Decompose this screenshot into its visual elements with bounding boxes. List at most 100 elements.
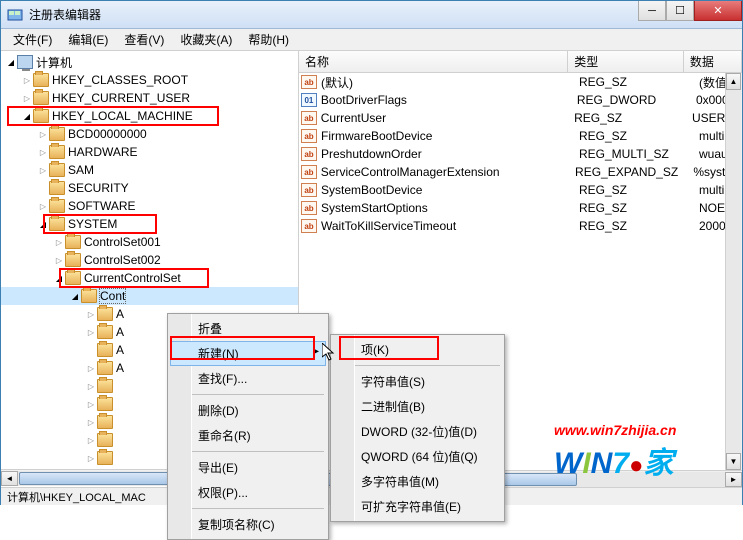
ctx-rename[interactable]: 重命名(R) [170, 423, 326, 448]
ctx-new-qword[interactable]: QWORD (64 位)值(Q) [333, 444, 502, 469]
menu-edit[interactable]: 编辑(E) [60, 29, 116, 50]
folder-icon [97, 433, 113, 447]
expander-icon[interactable] [85, 380, 97, 392]
expander-icon[interactable] [85, 308, 97, 320]
tree-item[interactable]: BCD00000000 [1, 125, 298, 143]
expander-icon[interactable] [37, 128, 49, 140]
watermark-url: www.win7zhijia.cn [554, 422, 676, 438]
tree-item[interactable]: SECURITY [1, 179, 298, 197]
tree-item[interactable]: SOFTWARE [1, 197, 298, 215]
tree-item[interactable]: HARDWARE [1, 143, 298, 161]
maximize-button[interactable]: ☐ [666, 1, 694, 21]
expander-icon[interactable] [21, 92, 33, 104]
list-row[interactable]: abSystemStartOptionsREG_SZ NOEXE [299, 199, 742, 217]
tree-item[interactable]: SAM [1, 161, 298, 179]
list-body[interactable]: ab(默认)REG_SZ(数值未01BootDriverFlagsREG_DWO… [299, 73, 742, 235]
expander-icon[interactable] [37, 164, 49, 176]
folder-icon [49, 163, 65, 177]
value-name: CurrentUser [321, 111, 574, 125]
scroll-down-button[interactable]: ▼ [726, 453, 741, 470]
minimize-button[interactable]: ─ [638, 1, 666, 21]
titlebar[interactable]: 注册表编辑器 ─ ☐ ✕ [1, 1, 742, 29]
list-row[interactable]: abFirmwareBootDeviceREG_SZmulti(0) [299, 127, 742, 145]
value-type: REG_SZ [579, 201, 699, 215]
ctx-new-dword[interactable]: DWORD (32-位)值(D) [333, 419, 502, 444]
menu-view[interactable]: 查看(V) [116, 29, 172, 50]
list-scrollbar-v[interactable]: ▲ ▼ [725, 73, 742, 470]
ctx-new-binary[interactable]: 二进制值(B) [333, 394, 502, 419]
ctx-permissions[interactable]: 权限(P)... [170, 480, 326, 505]
value-data: 2000 [699, 219, 726, 233]
tree-hklm[interactable]: HKEY_LOCAL_MACHINE [1, 107, 298, 125]
value-name: FirmwareBootDevice [321, 129, 579, 143]
menu-file[interactable]: 文件(F) [5, 29, 60, 50]
expander-icon[interactable] [85, 452, 97, 464]
col-name[interactable]: 名称 [299, 51, 568, 72]
tree-control[interactable]: Cont [1, 287, 298, 305]
menubar: 文件(F) 编辑(E) 查看(V) 收藏夹(A) 帮助(H) [1, 29, 742, 51]
menu-help[interactable]: 帮助(H) [240, 29, 297, 50]
folder-icon [49, 199, 65, 213]
value-type: REG_SZ [579, 75, 699, 89]
value-type: REG_MULTI_SZ [579, 147, 699, 161]
tree-hkcu[interactable]: HKEY_CURRENT_USER [1, 89, 298, 107]
tree-root[interactable]: 计算机 [1, 53, 298, 71]
value-type: REG_SZ [579, 183, 699, 197]
scroll-up-button[interactable]: ▲ [726, 73, 741, 90]
tree-item[interactable]: ControlSet002 [1, 251, 298, 269]
list-row[interactable]: abCurrentUserREG_SZUSERNA [299, 109, 742, 127]
expander-icon[interactable] [37, 218, 49, 230]
ctx-new-key[interactable]: 项(K) [333, 337, 502, 362]
ctx-delete[interactable]: 删除(D) [170, 398, 326, 423]
expander-icon[interactable] [53, 236, 65, 248]
ctx-new[interactable]: 新建(N) [170, 341, 326, 366]
tree-hkcr[interactable]: HKEY_CLASSES_ROOT [1, 71, 298, 89]
scroll-right-button[interactable]: ► [725, 472, 742, 487]
string-value-icon: ab [301, 183, 317, 197]
tree-item[interactable]: ControlSet001 [1, 233, 298, 251]
scroll-left-button[interactable]: ◄ [1, 471, 18, 486]
string-value-icon: ab [301, 201, 317, 215]
expander-icon[interactable] [21, 74, 33, 86]
list-row[interactable]: 01BootDriverFlagsREG_DWORD0x00000 [299, 91, 742, 109]
value-name: SystemBootDevice [321, 183, 579, 197]
expander-icon[interactable] [53, 272, 65, 284]
ctx-copy-key-name[interactable]: 复制项名称(C) [170, 512, 326, 537]
value-name: PreshutdownOrder [321, 147, 579, 161]
expander-icon[interactable] [53, 254, 65, 266]
list-row[interactable]: abPreshutdownOrderREG_MULTI_SZwuause [299, 145, 742, 163]
ctx-new-multistring[interactable]: 多字符串值(M) [333, 469, 502, 494]
expander-icon[interactable] [21, 110, 33, 122]
folder-icon [97, 307, 113, 321]
menu-favorites[interactable]: 收藏夹(A) [172, 29, 240, 50]
expander-icon[interactable] [85, 326, 97, 338]
string-value-icon: ab [301, 111, 317, 125]
tree-ccs[interactable]: CurrentControlSet [1, 269, 298, 287]
ctx-find[interactable]: 查找(F)... [170, 366, 326, 391]
expander-icon[interactable] [5, 56, 17, 68]
expander-icon[interactable] [85, 416, 97, 428]
list-row[interactable]: abSystemBootDeviceREG_SZmulti(0) [299, 181, 742, 199]
col-type[interactable]: 类型 [568, 51, 684, 72]
tree-system[interactable]: SYSTEM [1, 215, 298, 233]
expander-icon[interactable] [85, 434, 97, 446]
ctx-export[interactable]: 导出(E) [170, 455, 326, 480]
expander-icon[interactable] [37, 146, 49, 158]
watermark-logo: WIN7●家 [554, 438, 676, 482]
folder-icon [49, 127, 65, 141]
expander-icon[interactable] [69, 290, 81, 302]
expander-icon[interactable] [37, 200, 49, 212]
folder-icon [49, 217, 65, 231]
ctx-new-string[interactable]: 字符串值(S) [333, 369, 502, 394]
status-text: 计算机\HKEY_LOCAL_MAC [7, 492, 146, 504]
folder-icon [65, 235, 81, 249]
expander-icon[interactable] [85, 362, 97, 374]
list-row[interactable]: ab(默认)REG_SZ(数值未 [299, 73, 742, 91]
list-row[interactable]: abServiceControlManagerExtensionREG_EXPA… [299, 163, 742, 181]
col-data[interactable]: 数据 [684, 51, 742, 72]
value-name: WaitToKillServiceTimeout [321, 219, 579, 233]
expander-icon[interactable] [85, 398, 97, 410]
list-row[interactable]: abWaitToKillServiceTimeoutREG_SZ2000 [299, 217, 742, 235]
close-button[interactable]: ✕ [694, 1, 742, 21]
ctx-collapse[interactable]: 折叠 [170, 316, 326, 341]
